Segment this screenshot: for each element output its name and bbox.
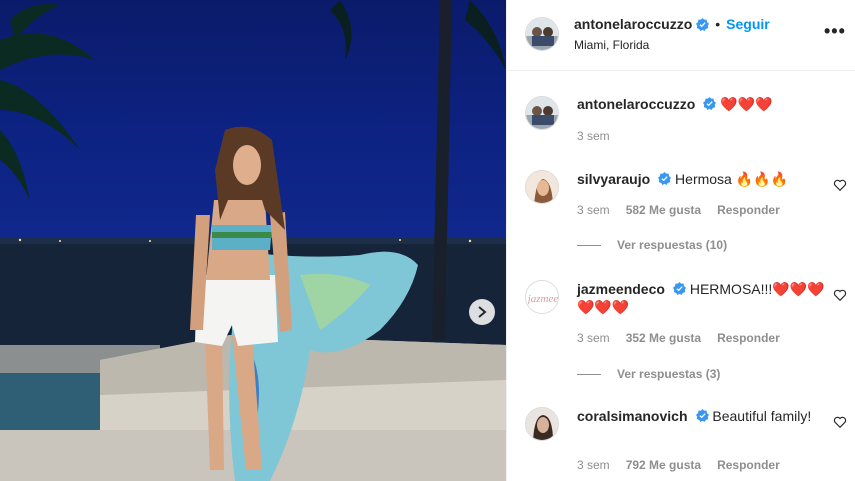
view-replies-label: Ver respuestas (10) bbox=[617, 238, 728, 252]
comment-time[interactable]: 3 sem bbox=[577, 458, 610, 472]
caption-username[interactable]: antonelaroccuzzo bbox=[577, 96, 695, 112]
post-location[interactable]: Miami, Florida bbox=[574, 38, 649, 52]
comment-time[interactable]: 3 sem bbox=[577, 331, 610, 345]
view-replies-button[interactable]: Ver respuestas (10) bbox=[577, 238, 727, 252]
caption-meta: 3 sem bbox=[577, 129, 610, 143]
caption-time[interactable]: 3 sem bbox=[577, 129, 610, 143]
verified-badge-icon bbox=[696, 17, 710, 31]
svg-text:jazmee: jazmee bbox=[526, 293, 558, 305]
comment-meta: 3 sem 582 Me gusta Responder bbox=[577, 203, 780, 217]
next-photo-button[interactable] bbox=[469, 299, 495, 325]
reply-button[interactable]: Responder bbox=[717, 331, 780, 345]
header-separator: • bbox=[715, 16, 721, 32]
verified-badge-icon bbox=[703, 97, 717, 110]
replies-divider bbox=[577, 244, 601, 246]
comment-username[interactable]: coralsimanovich bbox=[577, 408, 688, 424]
verified-badge-icon bbox=[672, 282, 686, 295]
commenter-avatar[interactable] bbox=[525, 407, 559, 441]
avatar-image bbox=[526, 97, 558, 129]
post-header: antonelaroccuzzo • Seguir Miami, Florida… bbox=[507, 0, 855, 71]
comment-text-row: jazmeendeco HERMOSA!!!❤️❤️❤️❤️❤️❤️ bbox=[577, 280, 827, 316]
comment-text-row: coralsimanovich Beautiful family! bbox=[577, 407, 827, 425]
comment-likes[interactable]: 352 Me gusta bbox=[626, 331, 701, 345]
author-username[interactable]: antonelaroccuzzo bbox=[574, 16, 692, 32]
post-media[interactable] bbox=[0, 0, 506, 481]
comment-meta: 3 sem 792 Me gusta Responder bbox=[577, 458, 780, 472]
heart-outline-icon[interactable] bbox=[833, 415, 847, 429]
reply-button[interactable]: Responder bbox=[717, 458, 780, 472]
commenter-avatar[interactable] bbox=[525, 170, 559, 204]
heart-outline-icon[interactable] bbox=[833, 288, 847, 302]
replies-divider bbox=[577, 373, 601, 375]
caption-text: ❤️❤️❤️ bbox=[720, 96, 773, 112]
comment-text: Beautiful family! bbox=[712, 408, 812, 424]
view-replies-button[interactable]: Ver respuestas (3) bbox=[577, 367, 720, 381]
verified-badge-icon bbox=[695, 409, 709, 422]
reply-button[interactable]: Responder bbox=[717, 203, 780, 217]
comment-time[interactable]: 3 sem bbox=[577, 203, 610, 217]
author-avatar[interactable] bbox=[525, 17, 559, 51]
post-details-panel: antonelaroccuzzo • Seguir Miami, Florida… bbox=[506, 0, 855, 481]
caption-text-row: antonelaroccuzzo ❤️❤️❤️ bbox=[577, 95, 827, 113]
comment-likes[interactable]: 582 Me gusta bbox=[626, 203, 701, 217]
view-replies-label: Ver respuestas (3) bbox=[617, 367, 721, 381]
more-options-icon[interactable]: ••• bbox=[824, 22, 846, 40]
comment-username[interactable]: jazmeendeco bbox=[577, 281, 665, 297]
comment-meta: 3 sem 352 Me gusta Responder bbox=[577, 331, 780, 345]
verified-badge-icon bbox=[658, 172, 672, 185]
post-photo bbox=[0, 0, 506, 481]
commenter-avatar[interactable]: jazmee bbox=[525, 280, 559, 314]
avatar-image: jazmee bbox=[526, 281, 558, 313]
comment-text: Hermosa 🔥🔥🔥 bbox=[675, 171, 789, 187]
avatar-image bbox=[526, 408, 558, 440]
heart-outline-icon[interactable] bbox=[833, 178, 847, 192]
follow-button[interactable]: Seguir bbox=[726, 16, 770, 32]
avatar-image bbox=[526, 171, 558, 203]
avatar-image bbox=[526, 18, 558, 50]
caption-avatar[interactable] bbox=[525, 96, 559, 130]
comment-likes[interactable]: 792 Me gusta bbox=[626, 458, 701, 472]
chevron-right-icon bbox=[478, 306, 487, 318]
comment-text-row: silvyaraujo Hermosa 🔥🔥🔥 bbox=[577, 170, 827, 188]
header-user-row: antonelaroccuzzo • Seguir bbox=[574, 16, 770, 32]
comment-username[interactable]: silvyaraujo bbox=[577, 171, 650, 187]
